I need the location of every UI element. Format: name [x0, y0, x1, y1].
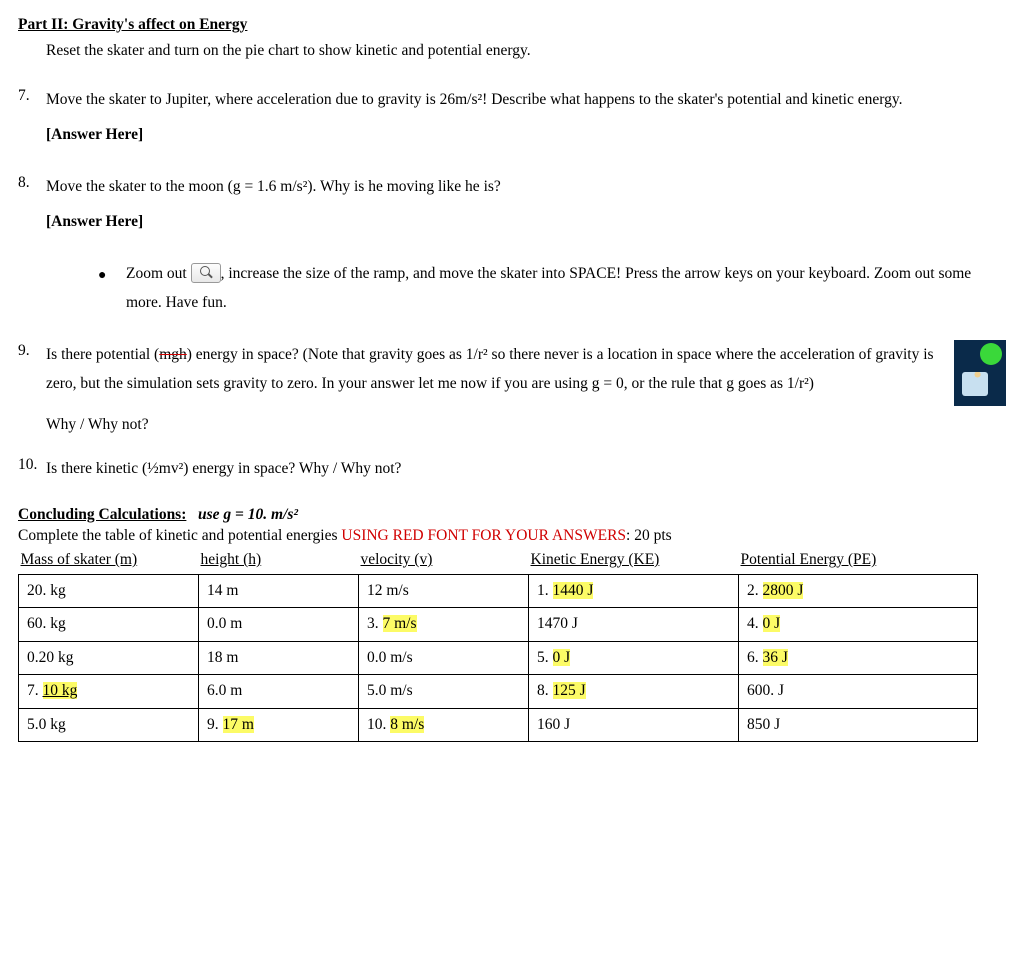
table-row: 60. kg0.0 m3. 7 m/s1470 J4. 0 J — [19, 608, 978, 641]
table-cell: 9. 17 m — [199, 708, 359, 741]
table-header-row: Mass of skater (m) height (h) velocity (… — [19, 549, 978, 574]
table-cell: 5.0 m/s — [359, 675, 529, 708]
question-7: 7. Move the skater to Jupiter, where acc… — [18, 85, 1006, 150]
table-cell: 0.20 kg — [19, 641, 199, 674]
table-cell: 10. 8 m/s — [359, 708, 529, 741]
table-row: 5.0 kg9. 17 m10. 8 m/s160 J850 J — [19, 708, 978, 741]
table-cell: 0.0 m — [199, 608, 359, 641]
table-cell: 3. 7 m/s — [359, 608, 529, 641]
table-cell: 7. 10 kg — [19, 675, 199, 708]
table-cell: 6. 36 J — [739, 641, 978, 674]
table-cell: 4. 0 J — [739, 608, 978, 641]
th-height: height (h) — [201, 551, 262, 568]
section-title: Part II: Gravity's affect on Energy — [18, 14, 1006, 36]
table-cell: 20. kg — [19, 574, 199, 607]
conclude-line2a: Complete the table of kinetic and potent… — [18, 527, 341, 544]
zoom-post: , increase the size of the ramp, and mov… — [126, 265, 971, 311]
q9-number: 9. — [18, 340, 46, 440]
zoom-pre: Zoom out — [126, 265, 191, 282]
table-cell: 160 J — [529, 708, 739, 741]
table-cell: 14 m — [199, 574, 359, 607]
table-cell: 2. 2800 J — [739, 574, 978, 607]
th-ke: Kinetic Energy (KE) — [531, 551, 660, 568]
conclude-line2b: USING RED FONT FOR YOUR ANSWERS — [341, 527, 626, 544]
bullet-icon: ● — [98, 259, 126, 318]
table-cell: 18 m — [199, 641, 359, 674]
table-cell: 5. 0 J — [529, 641, 739, 674]
question-9: 9. Is there potential (mgh) energy in sp… — [18, 340, 1006, 440]
th-velocity: velocity (v) — [361, 551, 433, 568]
q9-mgh: mgh — [159, 346, 187, 363]
skater-space-image — [954, 340, 1006, 406]
q7-text: Move the skater to Jupiter, where accele… — [46, 91, 902, 108]
table-cell: 1. 1440 J — [529, 574, 739, 607]
th-pe: Potential Energy (PE) — [741, 551, 877, 568]
table-row: 0.20 kg18 m0.0 m/s5. 0 J6. 36 J — [19, 641, 978, 674]
q10-number: 10. — [18, 454, 46, 483]
conclude-title: Concluding Calculations: — [18, 506, 186, 523]
table-cell: 1470 J — [529, 608, 739, 641]
table-row: 7. 10 kg6.0 m5.0 m/s8. 125 J600. J — [19, 675, 978, 708]
table-row: 20. kg14 m12 m/s1. 1440 J2. 2800 J — [19, 574, 978, 607]
conclude-use-g: use g = 10. m/s² — [198, 506, 298, 523]
table-cell: 0.0 m/s — [359, 641, 529, 674]
q7-answer-placeholder[interactable]: [Answer Here] — [46, 120, 1006, 149]
question-10: 10. Is there kinetic (½mv²) energy in sp… — [18, 454, 1006, 483]
q8-text: Move the skater to the moon (g = 1.6 m/s… — [46, 178, 501, 195]
table-cell: 850 J — [739, 708, 978, 741]
table-cell: 60. kg — [19, 608, 199, 641]
question-8: 8. Move the skater to the moon (g = 1.6 … — [18, 172, 1006, 237]
th-mass: Mass of skater (m) — [21, 551, 138, 568]
q10-text: Is there kinetic (½mv²) energy in space?… — [46, 460, 401, 477]
table-cell: 6.0 m — [199, 675, 359, 708]
q8-number: 8. — [18, 172, 46, 237]
conclude-line2c: : 20 pts — [626, 527, 672, 544]
table-cell: 5.0 kg — [19, 708, 199, 741]
concluding-section: Concluding Calculations: use g = 10. m/s… — [18, 505, 1006, 547]
q8-answer-placeholder[interactable]: [Answer Here] — [46, 207, 1006, 236]
zoom-out-icon[interactable] — [191, 263, 221, 283]
zoom-instruction: ● Zoom out , increase the size of the ra… — [98, 259, 1006, 318]
intro-text: Reset the skater and turn on the pie cha… — [46, 40, 1006, 62]
calculations-table: Mass of skater (m) height (h) velocity (… — [18, 549, 978, 742]
q9-why: Why / Why not? — [46, 410, 1006, 439]
table-cell: 12 m/s — [359, 574, 529, 607]
q9-text-a: Is there potential ( — [46, 346, 159, 363]
table-cell: 8. 125 J — [529, 675, 739, 708]
q7-number: 7. — [18, 85, 46, 150]
table-cell: 600. J — [739, 675, 978, 708]
